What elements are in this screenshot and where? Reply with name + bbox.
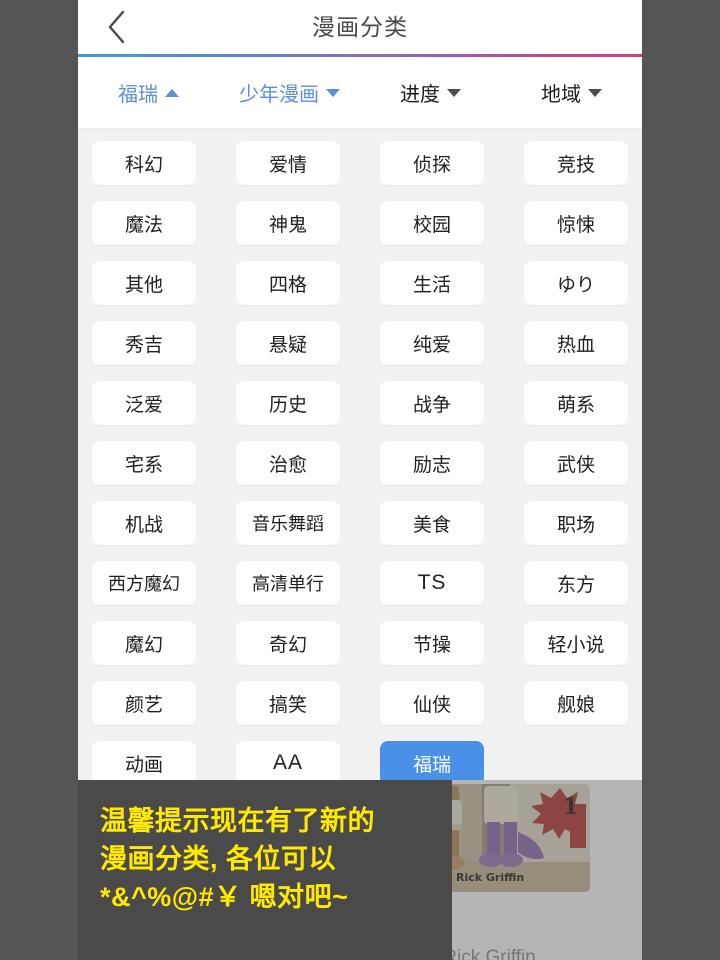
category-chip[interactable]: 四格 (236, 261, 340, 305)
category-chip[interactable]: 神鬼 (236, 201, 340, 245)
filter-tab-label: 地域 (541, 84, 581, 106)
category-chip[interactable]: 生活 (380, 261, 484, 305)
category-chip[interactable]: 秀吉 (92, 321, 196, 365)
category-chip[interactable]: 校园 (380, 201, 484, 245)
category-chip[interactable]: 战争 (380, 381, 484, 425)
filter-tab-label: 少年漫画 (239, 84, 319, 106)
filter-bar: 福瑞 少年漫画 进度 地域 (78, 57, 642, 129)
category-chip[interactable]: 纯爱 (380, 321, 484, 365)
category-chip[interactable]: 泛爱 (92, 381, 196, 425)
category-chip[interactable]: 音乐舞蹈 (236, 501, 340, 545)
category-chip[interactable]: 萌系 (524, 381, 628, 425)
page-title: 漫画分类 (312, 14, 408, 40)
category-chip[interactable]: 悬疑 (236, 321, 340, 365)
app-header: 漫画分类 (78, 0, 642, 54)
caret-down-icon (326, 88, 340, 97)
category-chip[interactable]: 动画 (92, 741, 196, 785)
category-chip[interactable]: AA (236, 741, 340, 785)
screen-root: 漫画分类 福瑞 少年漫画 进度 地域 科幻 爱情 侦探 竞技 魔法 神鬼 校园 … (0, 0, 720, 960)
category-chip[interactable]: ゆり (524, 261, 628, 305)
category-chip[interactable]: 轻小说 (524, 621, 628, 665)
svg-text:1: 1 (563, 794, 578, 820)
category-chip[interactable]: 武侠 (524, 441, 628, 485)
category-chip[interactable]: 西方魔幻 (92, 561, 196, 605)
category-chip[interactable]: 职场 (524, 501, 628, 545)
category-chip[interactable]: 魔法 (92, 201, 196, 245)
filter-tab-region[interactable]: 地域 (501, 57, 642, 128)
category-chip[interactable]: 爱情 (236, 141, 340, 185)
category-chip[interactable]: 高清单行 (236, 561, 340, 605)
app-viewport: 漫画分类 福瑞 少年漫画 进度 地域 科幻 爱情 侦探 竞技 魔法 神鬼 校园 … (78, 0, 642, 960)
category-chip[interactable]: 竞技 (524, 141, 628, 185)
category-chip[interactable]: 仙侠 (380, 681, 484, 725)
category-chip[interactable]: TS (380, 561, 484, 605)
category-chip[interactable]: 励志 (380, 441, 484, 485)
caret-up-icon (165, 88, 179, 97)
caption-line-3: *&^%@#￥ 嗯对吧~ (100, 882, 349, 912)
category-chip[interactable]: 治愈 (236, 441, 340, 485)
category-panel: 科幻 爱情 侦探 竞技魔法 神鬼 校园 惊悚其他 四格 生活 ゆり秀吉 悬疑 纯爱 热血泛爱 历史 战争 萌系… (78, 129, 642, 785)
category-grid: 科幻 爱情 侦探 竞技魔法 神鬼 校园 惊悚其他 四格 生活 ゆり秀吉 悬疑 纯爱 热血泛爱 历史 战争 萌系… (78, 141, 642, 785)
category-chip[interactable]: 历史 (236, 381, 340, 425)
caption-line-2: 漫画分类, 各位可以 (100, 844, 337, 874)
category-chip[interactable]: 颜艺 (92, 681, 196, 725)
category-chip[interactable]: 科幻 (92, 141, 196, 185)
filter-tab-label: 进度 (400, 84, 440, 106)
filter-tab-furry[interactable]: 福瑞 (78, 57, 219, 128)
category-chip[interactable]: 节操 (380, 621, 484, 665)
filter-tab-progress[interactable]: 进度 (360, 57, 501, 128)
caret-down-icon (588, 88, 602, 97)
category-chip[interactable]: 惊悚 (524, 201, 628, 245)
category-chip[interactable]: 机战 (92, 501, 196, 545)
category-chip[interactable]: 侦探 (380, 141, 484, 185)
category-chip[interactable]: 热血 (524, 321, 628, 365)
caption-overlay: 温馨提示现在有了新的 漫画分类, 各位可以 *&^%@#￥ 嗯对吧~ (78, 780, 452, 960)
filter-tab-shounen[interactable]: 少年漫画 (219, 57, 360, 128)
category-chip[interactable]: 其他 (92, 261, 196, 305)
category-chip[interactable]: 宅系 (92, 441, 196, 485)
caption-line-1: 温馨提示现在有了新的 (100, 806, 375, 836)
cover-credit-text: Rick Griffin (456, 871, 524, 884)
filter-tab-label: 福瑞 (118, 84, 158, 106)
category-chip[interactable]: 美食 (380, 501, 484, 545)
category-chip[interactable]: 奇幻 (236, 621, 340, 665)
category-chip[interactable]: 舰娘 (524, 681, 628, 725)
caret-down-icon (447, 88, 461, 97)
category-chip[interactable]: 福瑞 (380, 741, 484, 785)
category-chip[interactable]: 魔幻 (92, 621, 196, 665)
category-chip[interactable]: 搞笑 (236, 681, 340, 725)
category-chip[interactable]: 东方 (524, 561, 628, 605)
